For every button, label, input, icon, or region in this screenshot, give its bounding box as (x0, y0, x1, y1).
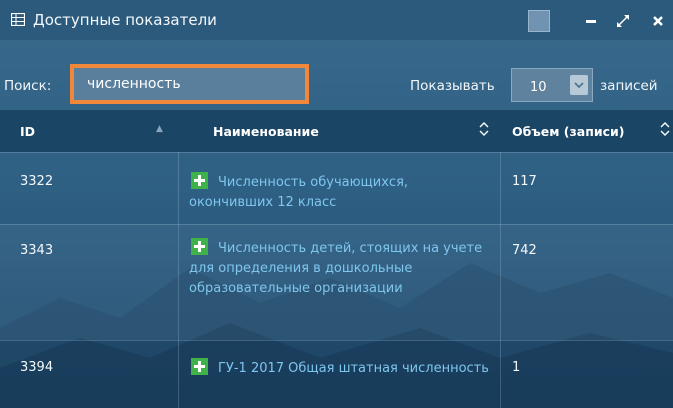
indicator-link[interactable]: Численность детей, стоящих на учете для … (189, 241, 482, 296)
window-title: Доступные показатели (33, 11, 217, 29)
column-header-name[interactable]: Наименование (213, 124, 319, 139)
cell-id: 3394 (20, 360, 54, 375)
sort-icon[interactable] (478, 120, 490, 138)
cell-name: Численность обучающихся, окончивших 12 к… (189, 172, 489, 213)
cell-volume: 1 (512, 360, 521, 375)
search-input[interactable]: численность (70, 64, 309, 104)
indicator-link[interactable]: ГУ-1 2017 Общая штатная численность (218, 361, 489, 376)
expand-button[interactable] (612, 10, 634, 32)
cell-name: ГУ-1 2017 Общая штатная численность (189, 358, 489, 379)
close-button[interactable] (647, 10, 669, 32)
add-icon[interactable] (191, 238, 208, 255)
add-icon[interactable] (191, 172, 208, 189)
show-label: Показывать (410, 78, 495, 94)
cell-id: 3322 (20, 174, 54, 189)
sort-asc-icon[interactable]: ▲ (156, 124, 163, 134)
minimize-button[interactable] (580, 10, 602, 32)
search-label: Поиск: (4, 78, 52, 94)
indicator-link[interactable]: Численность обучающихся, окончивших 12 к… (189, 175, 408, 210)
search-input-value: численность (87, 76, 181, 92)
records-label: записей (600, 78, 658, 94)
sort-icon[interactable] (659, 120, 671, 138)
page-length-select[interactable]: 10 (511, 68, 593, 102)
indicators-panel: Доступные показатели Поиск: численность … (0, 0, 673, 408)
cell-name: Численность детей, стоящих на учете для … (189, 238, 489, 299)
page-length-value: 10 (530, 80, 547, 95)
expand-icon (617, 15, 629, 27)
add-icon[interactable] (191, 358, 208, 375)
column-header-id[interactable]: ID (20, 124, 35, 139)
chevron-down-icon[interactable] (570, 75, 588, 95)
column-header-volume[interactable]: Объем (записи) (512, 124, 624, 139)
close-icon (653, 16, 663, 26)
cell-volume: 742 (512, 243, 537, 258)
cell-id: 3343 (20, 243, 54, 258)
square-button[interactable] (528, 10, 550, 32)
minimize-icon (586, 20, 596, 23)
table-icon (11, 13, 25, 26)
cell-volume: 117 (512, 174, 537, 189)
